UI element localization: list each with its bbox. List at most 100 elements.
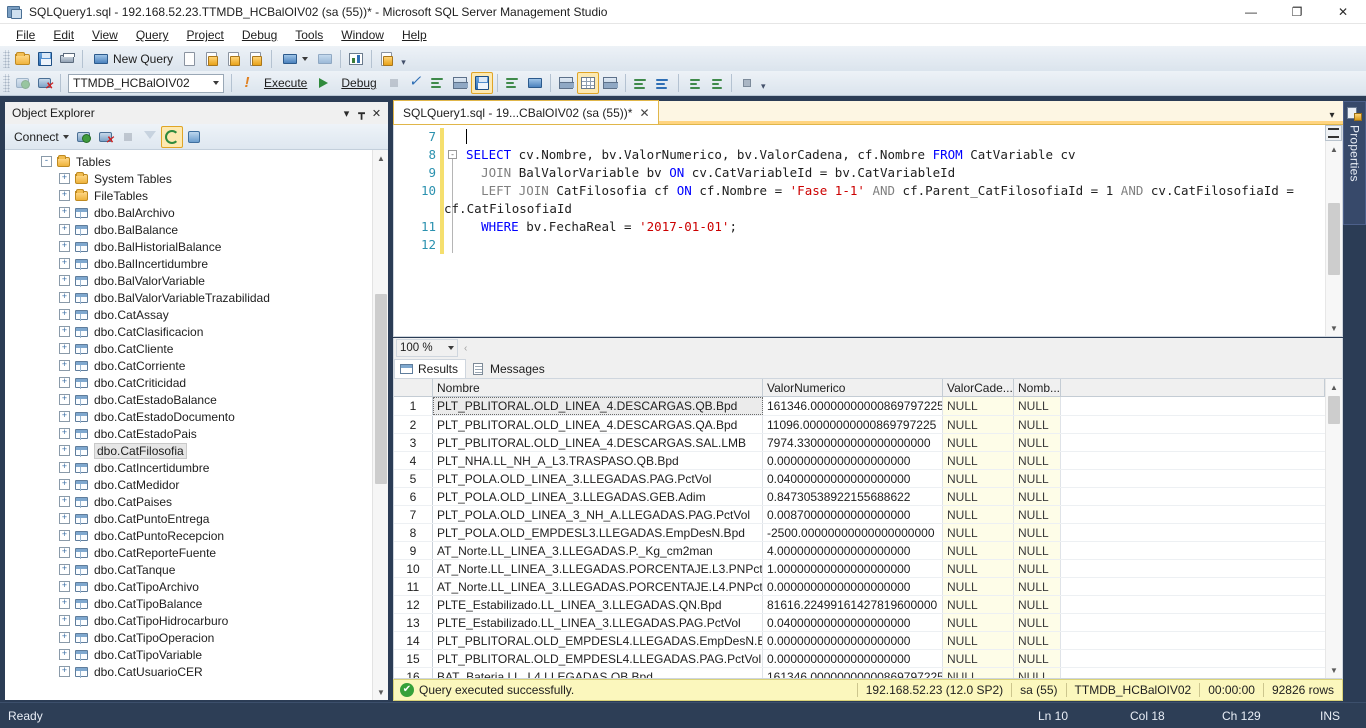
column-header-valorcadena[interactable]: ValorCade...: [943, 379, 1014, 396]
cell-nombre[interactable]: PLT_PBLITORAL.OLD_EMPDESL4.LLEGADAS.EmpD…: [433, 632, 763, 649]
cell-valornumerico[interactable]: 11096.00000000000869797225: [763, 416, 943, 433]
tree-node[interactable]: + dbo.BalValorVariableTrazabilidad: [5, 289, 372, 306]
column-header-valornumerico[interactable]: ValorNumerico: [763, 379, 943, 396]
expand-icon[interactable]: +: [59, 377, 70, 388]
include-actual-plan-button[interactable]: [470, 72, 493, 94]
object-explorer-scrollbar[interactable]: ▲ ▼: [372, 150, 388, 700]
menu-file[interactable]: File: [7, 26, 44, 44]
expand-icon[interactable]: +: [59, 632, 70, 643]
cell-valornumerico[interactable]: 0.00000000000000000000: [763, 632, 943, 649]
expand-icon[interactable]: +: [59, 224, 70, 235]
tree-node[interactable]: + dbo.BalHistorialBalance: [5, 238, 372, 255]
expand-icon[interactable]: +: [59, 190, 70, 201]
cell-valorcadena[interactable]: NULL: [943, 524, 1014, 541]
cell-valornumerico[interactable]: 1.00000000000000000000: [763, 560, 943, 577]
tree-node[interactable]: + dbo.BalIncertidumbre: [5, 255, 372, 272]
oe-refresh-button[interactable]: [160, 125, 183, 148]
expand-icon[interactable]: +: [59, 581, 70, 592]
table-row[interactable]: 16 BAT_Bateria.LL_L4.LLEGADAS.QB.Bpd 16134…: [394, 667, 1325, 678]
cell-nombre[interactable]: AT_Norte.LL_LINEA_3.LLEGADAS.P._Kg_cm2ma…: [433, 542, 763, 559]
table-row[interactable]: 13 PLTE_Estabilizado.LL_LINEA_3.LLEGADAS.…: [394, 613, 1325, 631]
menu-view[interactable]: View: [83, 26, 127, 44]
expand-icon[interactable]: +: [59, 649, 70, 660]
table-row[interactable]: 3 PLT_PBLITORAL.OLD_LINEA_4.DESCARGAS.SAL…: [394, 433, 1325, 451]
menu-window[interactable]: Window: [332, 26, 393, 44]
table-row[interactable]: 7 PLT_POLA.OLD_LINEA_3_NH_A.LLEGADAS.PAG.…: [394, 505, 1325, 523]
cell-valorcadena[interactable]: NULL: [943, 632, 1014, 649]
expand-icon[interactable]: +: [59, 615, 70, 626]
scroll-up-icon[interactable]: ▲: [1326, 379, 1342, 395]
cell-valornumerico[interactable]: 0.00000000000000000000: [763, 452, 943, 469]
table-row[interactable]: 1 PLT_PBLITORAL.OLD_LINEA_4.DESCARGAS.QB.…: [394, 397, 1325, 415]
maximize-button[interactable]: ❐: [1274, 0, 1320, 24]
row-number-cell[interactable]: 1: [394, 397, 433, 415]
cell-valornumerico[interactable]: 7974.33000000000000000000: [763, 434, 943, 451]
cell-nombre2[interactable]: NULL: [1014, 668, 1061, 678]
new-analysis-services-dmx-query-button[interactable]: [223, 48, 245, 70]
cell-nombre[interactable]: PLT_POLA.OLD_LINEA_3.LLEGADAS.GEB.Adim: [433, 488, 763, 505]
table-row[interactable]: 9 AT_Norte.LL_LINEA_3.LLEGADAS.P._Kg_cm2m…: [394, 541, 1325, 559]
expand-icon[interactable]: +: [59, 258, 70, 269]
scroll-down-icon[interactable]: ▼: [373, 684, 388, 700]
cell-valorcadena[interactable]: NULL: [943, 416, 1014, 433]
editor-code[interactable]: SELECT cv.Nombre, bv.ValorNumerico, bv.V…: [444, 125, 1308, 336]
expand-icon[interactable]: +: [59, 173, 70, 184]
cell-valorcadena[interactable]: NULL: [943, 578, 1014, 595]
tree-node[interactable]: + dbo.CatUsuarioCER: [5, 663, 372, 680]
cell-valorcadena[interactable]: NULL: [943, 614, 1014, 631]
tree-node[interactable]: + dbo.CatPaises: [5, 493, 372, 510]
scroll-down-icon[interactable]: ▼: [1326, 320, 1342, 336]
table-row[interactable]: 8 PLT_POLA.OLD_EMPDESL3.LLEGADAS.EmpDesN.…: [394, 523, 1325, 541]
cell-nombre2[interactable]: NULL: [1014, 632, 1061, 649]
disconnect-button[interactable]: [34, 72, 56, 94]
cell-valorcadena[interactable]: NULL: [943, 596, 1014, 613]
cell-nombre[interactable]: PLT_POLA.OLD_LINEA_3.LLEGADAS.PAG.PctVol: [433, 470, 763, 487]
cell-valornumerico[interactable]: 0.00000000000000000000: [763, 650, 943, 667]
expand-icon[interactable]: +: [59, 360, 70, 371]
table-row[interactable]: 15 PLT_PBLITORAL.OLD_EMPDESL4.LLEGADAS.PA…: [394, 649, 1325, 667]
comment-lines-button[interactable]: [630, 72, 652, 94]
new-analysis-services-xmla-query-button[interactable]: [245, 48, 267, 70]
include-client-statistics-button[interactable]: [502, 72, 524, 94]
table-row[interactable]: 2 PLT_PBLITORAL.OLD_LINEA_4.DESCARGAS.QA.…: [394, 415, 1325, 433]
tab-results[interactable]: Results: [394, 359, 467, 378]
active-files-dropdown-icon[interactable]: ▾: [1325, 110, 1339, 121]
row-number-cell[interactable]: 12: [394, 596, 433, 613]
table-row[interactable]: 11 AT_Norte.LL_LINEA_3.LLEGADAS.PORCENTAJ…: [394, 577, 1325, 595]
scrollbar-thumb[interactable]: [375, 294, 387, 484]
expand-icon[interactable]: +: [59, 428, 70, 439]
cell-valornumerico[interactable]: 0.84730538922155688622: [763, 488, 943, 505]
tab-messages[interactable]: Messages: [466, 359, 553, 378]
close-icon[interactable]: ✕: [639, 106, 649, 120]
cell-valorcadena[interactable]: NULL: [943, 397, 1014, 415]
sqlcmd-mode-button[interactable]: [524, 72, 546, 94]
navigate-back-icon[interactable]: ‹: [458, 343, 473, 354]
close-icon[interactable]: ✕: [369, 107, 384, 120]
scroll-down-icon[interactable]: ▼: [1326, 662, 1342, 678]
tree-node[interactable]: + dbo.CatTipoHidrocarburo: [5, 612, 372, 629]
results-to-file-button[interactable]: [599, 72, 621, 94]
expand-icon[interactable]: +: [59, 496, 70, 507]
row-number-cell[interactable]: 2: [394, 416, 433, 433]
expand-icon[interactable]: +: [59, 564, 70, 575]
cell-nombre[interactable]: PLT_NHA.LL_NH_A_L3.TRASPASO.QB.Bpd: [433, 452, 763, 469]
cell-valornumerico[interactable]: 0.04000000000000000000: [763, 614, 943, 631]
results-to-text-button[interactable]: [555, 72, 577, 94]
cell-valorcadena[interactable]: NULL: [943, 434, 1014, 451]
open-project-button[interactable]: [276, 48, 314, 70]
results-vertical-scrollbar[interactable]: ▲ ▼: [1325, 379, 1342, 678]
save-all-button[interactable]: [314, 48, 336, 70]
parse-check-button[interactable]: ✓: [405, 72, 427, 94]
table-row[interactable]: 6 PLT_POLA.OLD_LINEA_3.LLEGADAS.GEB.Adim 0…: [394, 487, 1325, 505]
tree-node[interactable]: + dbo.BalArchivo: [5, 204, 372, 221]
execute-button[interactable]: Execute: [258, 72, 313, 94]
connect-button[interactable]: [12, 72, 34, 94]
cell-valorcadena[interactable]: NULL: [943, 452, 1014, 469]
row-number-cell[interactable]: 11: [394, 578, 433, 595]
scroll-up-icon[interactable]: ▲: [373, 150, 388, 166]
cell-nombre2[interactable]: NULL: [1014, 506, 1061, 523]
cell-valornumerico[interactable]: -2500.00000000000000000000: [763, 524, 943, 541]
row-number-cell[interactable]: 9: [394, 542, 433, 559]
table-row[interactable]: 10 AT_Norte.LL_LINEA_3.LLEGADAS.PORCENTAJ…: [394, 559, 1325, 577]
format-text-button[interactable]: [736, 72, 758, 94]
